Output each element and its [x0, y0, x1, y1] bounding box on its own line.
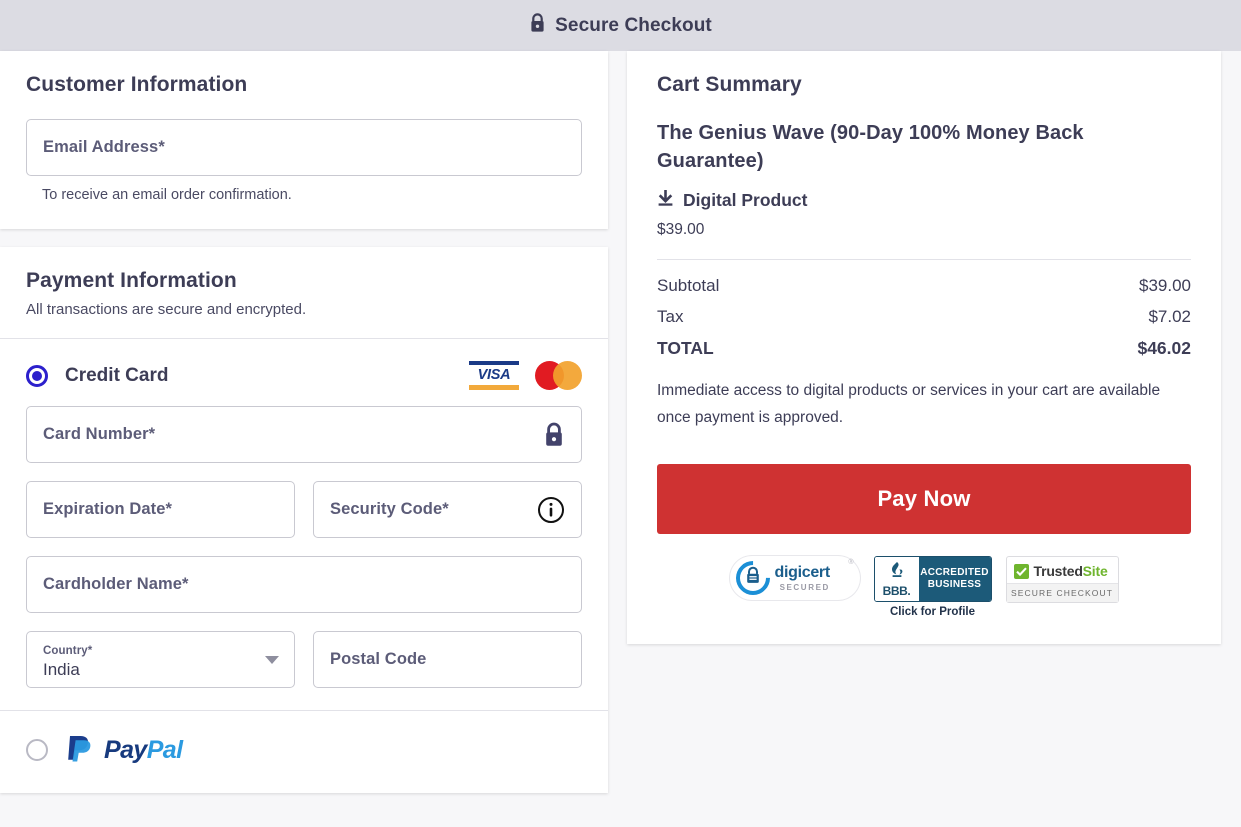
bbb-abbreviation: BBB.	[883, 584, 911, 598]
customer-information-title: Customer Information	[26, 73, 582, 97]
payment-method-credit-card[interactable]: Credit Card VISA	[0, 339, 608, 406]
cardholder-name-label: Cardholder Name*	[43, 575, 189, 594]
digicert-text: digicert SECURED	[775, 565, 830, 592]
paypal-icon: Pay Pal	[65, 733, 182, 767]
country-postal-row: Country* India Postal Code	[26, 631, 582, 688]
tax-label: Tax	[657, 307, 683, 327]
trustedsite-badge[interactable]: Trusted Site SECURE CHECKOUT	[1006, 556, 1119, 603]
cart-summary-column: Cart Summary The Genius Wave (90-Day 100…	[608, 51, 1221, 644]
trustedsite-top: Trusted Site	[1007, 557, 1118, 583]
product-price: $39.00	[657, 221, 1191, 239]
paypal-word-pal: Pal	[147, 736, 183, 765]
paypal-radio[interactable]	[26, 739, 48, 761]
cardholder-row: Cardholder Name*	[26, 556, 582, 613]
email-field-label: Email Address*	[43, 138, 165, 157]
bbb-accredited-line2: BUSINESS	[928, 579, 982, 592]
bbb-torch-icon	[887, 561, 907, 583]
payment-information-card: Payment Information All transactions are…	[0, 247, 608, 793]
tax-value: $7.02	[1148, 307, 1191, 327]
info-icon[interactable]	[537, 496, 565, 524]
product-type-label: Digital Product	[683, 190, 807, 211]
postal-code-label: Postal Code	[330, 650, 426, 669]
secure-checkout-title: Secure Checkout	[555, 15, 712, 37]
bbb-badge[interactable]: BBB. ACCREDITED BUSINESS Click for Profi…	[874, 556, 992, 618]
country-select[interactable]: Country* India	[26, 631, 295, 688]
credit-card-fields: Card Number* Expiration Date* S	[0, 406, 608, 710]
checkout-page: Customer Information Email Address* To r…	[0, 51, 1241, 827]
total-label: TOTAL	[657, 338, 714, 359]
paypal-monogram-icon	[65, 733, 97, 767]
security-code-label: Security Code*	[330, 500, 449, 519]
email-field[interactable]: Email Address*	[26, 119, 582, 176]
checkout-forms-column: Customer Information Email Address* To r…	[0, 51, 608, 793]
expiration-date-field[interactable]: Expiration Date*	[26, 481, 295, 538]
email-helper-text: To receive an email order confirmation.	[42, 187, 582, 203]
country-select-label: Country*	[43, 645, 278, 659]
cart-summary-title: Cart Summary	[657, 73, 1191, 97]
bbb-left: BBB.	[875, 557, 919, 601]
product-type-row: Digital Product	[657, 189, 1191, 212]
accepted-card-logos: VISA	[469, 361, 582, 390]
postal-code-field[interactable]: Postal Code	[313, 631, 582, 688]
bbb-accredited-line1: ACCREDITED	[920, 567, 989, 580]
lock-icon	[529, 13, 546, 38]
download-icon	[657, 189, 674, 212]
pay-now-button[interactable]: Pay Now	[657, 464, 1191, 534]
digicert-lock-icon	[745, 567, 761, 590]
digicert-secured-label: SECURED	[775, 584, 830, 592]
trustedsite-tagline: SECURE CHECKOUT	[1007, 583, 1118, 602]
payment-information-title: Payment Information	[26, 269, 582, 293]
bbb-click-for-profile[interactable]: Click for Profile	[874, 606, 992, 618]
country-select-value: India	[43, 659, 278, 682]
product-name: The Genius Wave (90-Day 100% Money Back …	[657, 119, 1191, 175]
registered-mark: ®	[848, 559, 853, 566]
payment-information-header: Payment Information All transactions are…	[0, 247, 608, 338]
summary-line-tax: Tax $7.02	[657, 307, 1191, 327]
payment-method-paypal[interactable]: Pay Pal	[0, 711, 608, 793]
visa-wordmark: VISA	[469, 365, 519, 385]
secure-checkout-header: Secure Checkout	[0, 0, 1241, 51]
card-number-field[interactable]: Card Number*	[26, 406, 582, 463]
summary-divider	[657, 259, 1191, 260]
digicert-wordmark: digicert	[775, 565, 830, 581]
summary-line-total: TOTAL $46.02	[657, 338, 1191, 359]
customer-information-card: Customer Information Email Address* To r…	[0, 51, 608, 229]
digicert-badge[interactable]: digicert SECURED ®	[730, 556, 860, 600]
cart-summary-card: Cart Summary The Genius Wave (90-Day 100…	[627, 51, 1221, 644]
expiry-security-row: Expiration Date* Security Code*	[26, 481, 582, 538]
digital-access-note: Immediate access to digital products or …	[657, 377, 1191, 431]
subtotal-label: Subtotal	[657, 276, 719, 296]
security-code-field[interactable]: Security Code*	[313, 481, 582, 538]
cardholder-name-field[interactable]: Cardholder Name*	[26, 556, 582, 613]
credit-card-label: Credit Card	[65, 365, 168, 387]
trust-badges: digicert SECURED ®	[657, 556, 1191, 618]
check-icon	[1014, 564, 1029, 579]
card-number-label: Card Number*	[43, 425, 155, 444]
bbb-badge-body: BBB. ACCREDITED BUSINESS	[874, 556, 992, 602]
expiration-date-label: Expiration Date*	[43, 500, 172, 519]
trustedsite-word-site: Site	[1083, 563, 1108, 579]
paypal-word-pay: Pay	[104, 736, 147, 765]
subtotal-value: $39.00	[1139, 276, 1191, 296]
total-value: $46.02	[1137, 338, 1191, 359]
trustedsite-word-trusted: Trusted	[1034, 563, 1083, 579]
digicert-arc-icon	[728, 554, 776, 602]
mastercard-icon	[535, 361, 582, 390]
payment-information-subtitle: All transactions are secure and encrypte…	[26, 301, 582, 318]
summary-line-subtotal: Subtotal $39.00	[657, 276, 1191, 296]
bbb-right: ACCREDITED BUSINESS	[919, 557, 991, 601]
chevron-down-icon[interactable]	[265, 656, 279, 664]
credit-card-radio[interactable]	[26, 365, 48, 387]
lock-icon	[543, 422, 565, 448]
visa-icon: VISA	[469, 361, 519, 390]
